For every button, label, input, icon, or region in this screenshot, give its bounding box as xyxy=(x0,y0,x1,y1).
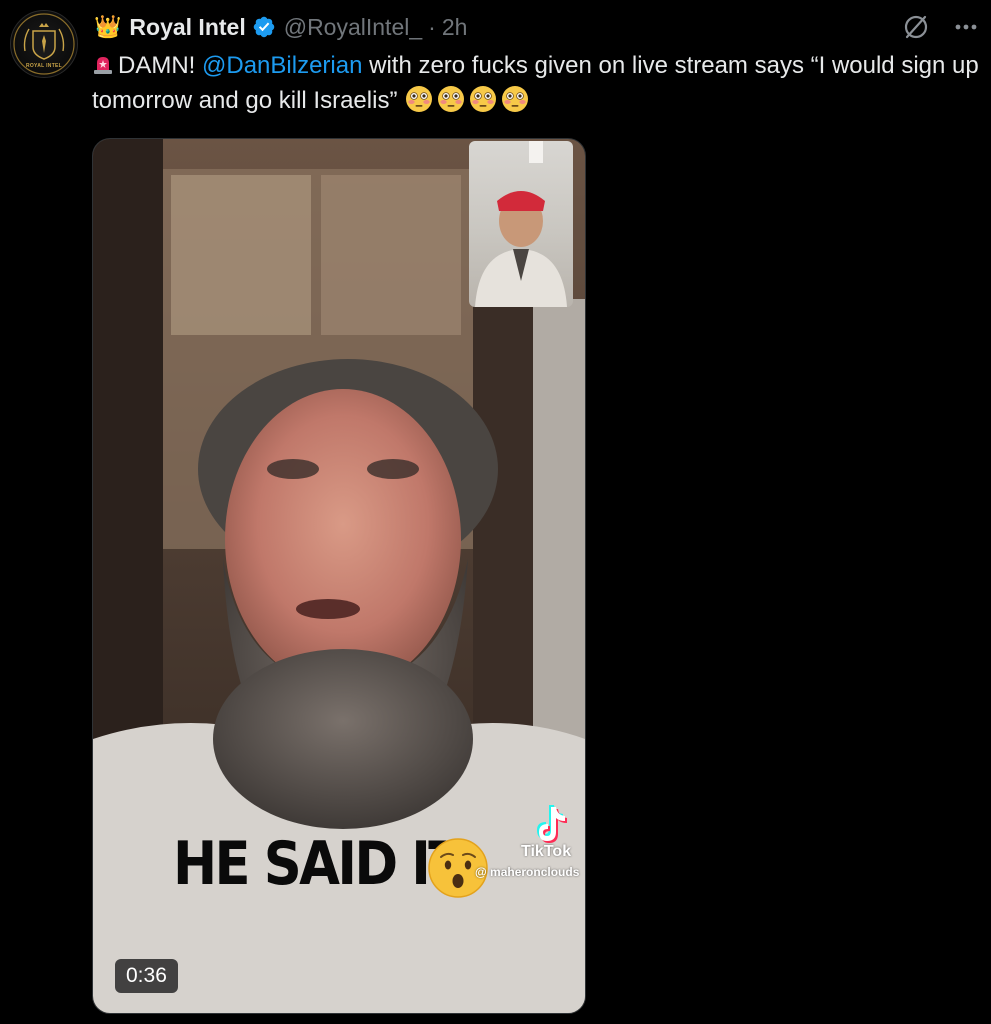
siren-icon xyxy=(94,57,112,74)
display-name[interactable]: Royal Intel xyxy=(129,14,245,41)
verified-badge-icon[interactable] xyxy=(252,15,276,39)
flushed-face-icon xyxy=(438,86,465,112)
separator-dot: · xyxy=(428,13,436,40)
tiktok-logo-icon xyxy=(537,805,567,843)
header-actions xyxy=(901,12,979,42)
flushed-face-icon xyxy=(406,86,433,112)
flushed-face-icon xyxy=(470,86,497,112)
video-player[interactable]: HE SAID IT TikTok @ maheronclouds 0:36 xyxy=(92,138,586,1014)
avatar-label: ROYAL INTEL xyxy=(25,63,63,69)
tweet-text-part-1: DAMN! xyxy=(118,52,202,79)
video-overlay-caption: HE SAID IT xyxy=(173,829,464,899)
avatar[interactable]: ROYAL INTEL xyxy=(10,10,78,78)
tiktok-watermark-brand: TikTok xyxy=(521,843,572,860)
handle[interactable]: @RoyalIntel_ xyxy=(284,14,422,41)
video-duration-badge: 0:36 xyxy=(115,959,178,993)
tweet[interactable]: ROYAL INTEL 👑 Royal Intel @RoyalIntel_ ·… xyxy=(0,0,991,1024)
flushed-face-icon xyxy=(502,86,529,112)
tweet-header: 👑 Royal Intel @RoyalIntel_ · 2h xyxy=(94,10,467,44)
more-icon[interactable] xyxy=(953,14,979,40)
tiktok-watermark-user: @ maheronclouds xyxy=(475,865,580,879)
timestamp[interactable]: 2h xyxy=(442,14,468,41)
picture-in-picture-feed xyxy=(469,141,573,307)
crown-icon: 👑 xyxy=(94,14,122,39)
grok-icon[interactable] xyxy=(901,12,931,42)
pip-person-icon xyxy=(475,141,567,307)
mention-link[interactable]: @DanBilzerian xyxy=(202,52,362,79)
tweet-text: DAMN! @DanBilzerian with zero fucks give… xyxy=(92,48,982,118)
